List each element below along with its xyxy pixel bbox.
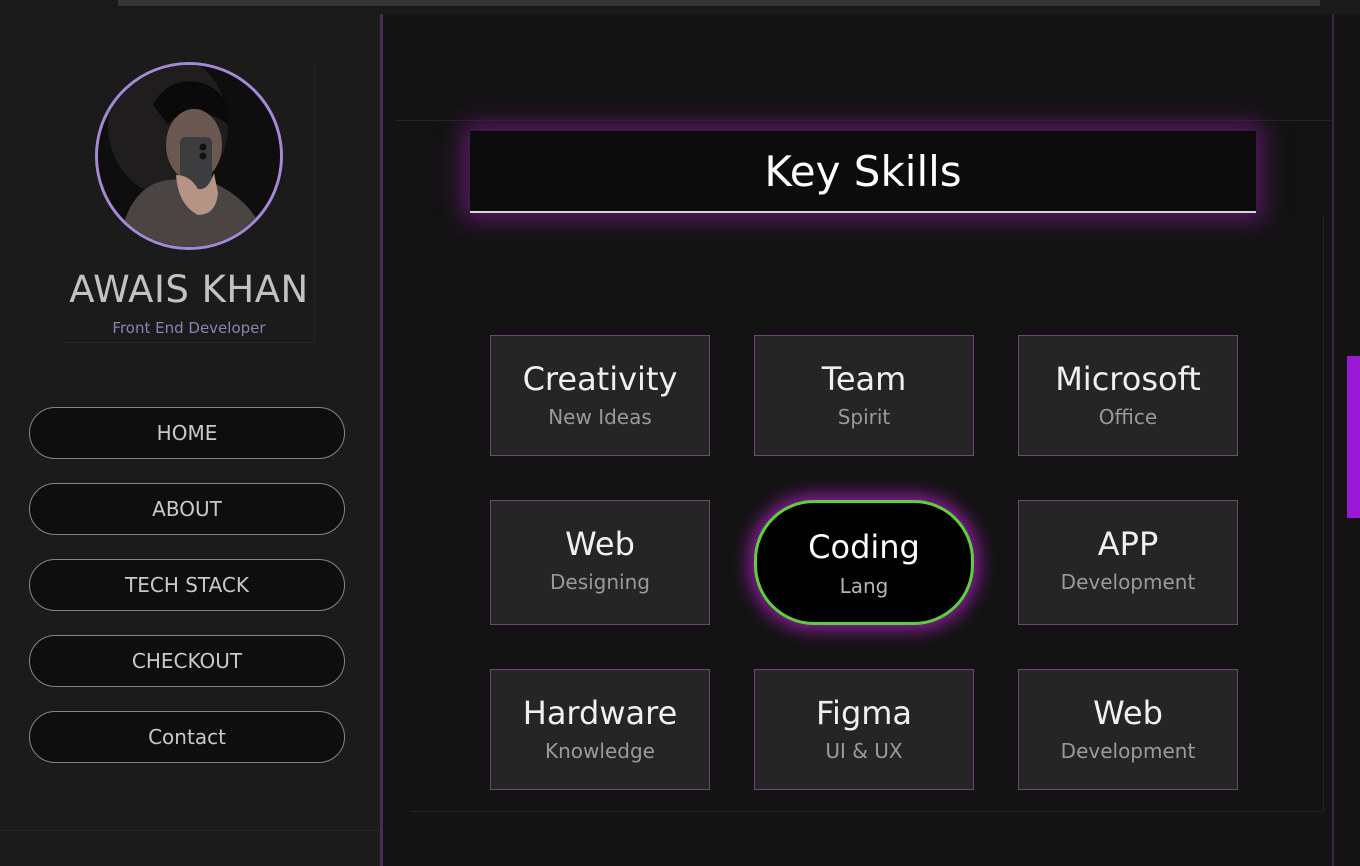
nav-tech-stack-button[interactable]: TECH STACK: [29, 559, 345, 611]
skill-card-figma[interactable]: Figma UI & UX: [754, 669, 974, 790]
skill-card-team[interactable]: Team Spirit: [754, 335, 974, 456]
skill-card-subtitle: Development: [1060, 739, 1196, 763]
skill-card-subtitle: New Ideas: [548, 405, 652, 429]
horizontal-scrollbar[interactable]: [118, 0, 1320, 6]
avatar: [95, 62, 283, 250]
nav-contact-button[interactable]: Contact: [29, 711, 345, 763]
skill-card-subtitle: Spirit: [837, 405, 891, 429]
profile-name: AWAIS KHAN: [69, 268, 309, 311]
skill-card-title: Figma: [815, 694, 913, 732]
skill-card-title: Microsoft: [1055, 360, 1201, 398]
skill-card-title: Web: [565, 525, 635, 563]
nav-home-button[interactable]: HOME: [29, 407, 345, 459]
skill-card-subtitle: Knowledge: [545, 739, 655, 763]
skill-card-creativity[interactable]: Creativity New Ideas: [490, 335, 710, 456]
skill-card-subtitle: Designing: [550, 570, 650, 594]
skill-card-title: Creativity: [522, 360, 678, 398]
scrollbar-thumb[interactable]: [1347, 356, 1360, 518]
skill-card-app[interactable]: APP Development: [1018, 500, 1238, 625]
profile-photo: [98, 65, 280, 247]
skill-card-title: Team: [821, 360, 907, 398]
sidebar-bottom-line: [0, 830, 380, 831]
skill-card-subtitle: Lang: [839, 574, 889, 598]
skill-card-coding[interactable]: Coding Lang: [754, 500, 974, 625]
skill-card-title: Web: [1093, 694, 1163, 732]
nav-checkout-button[interactable]: CHECKOUT: [29, 635, 345, 687]
profile-role: Front End Developer: [112, 319, 266, 337]
skill-card-subtitle: UI & UX: [825, 739, 903, 763]
skill-card-web-development[interactable]: Web Development: [1018, 669, 1238, 790]
section-divider: [395, 120, 1333, 121]
skill-card-web-designing[interactable]: Web Designing: [490, 500, 710, 625]
skill-card-hardware[interactable]: Hardware Knowledge: [490, 669, 710, 790]
skill-card-subtitle: Development: [1060, 570, 1196, 594]
skill-card-title: APP: [1097, 525, 1159, 563]
nav-about-button[interactable]: ABOUT: [29, 483, 345, 535]
skill-card-title: Hardware: [522, 694, 678, 732]
skills-header: Key Skills: [470, 131, 1256, 213]
skill-card-microsoft[interactable]: Microsoft Office: [1018, 335, 1238, 456]
skills-title: Key Skills: [764, 146, 962, 196]
skill-card-subtitle: Office: [1098, 405, 1158, 429]
skill-card-title: Coding: [808, 528, 920, 566]
